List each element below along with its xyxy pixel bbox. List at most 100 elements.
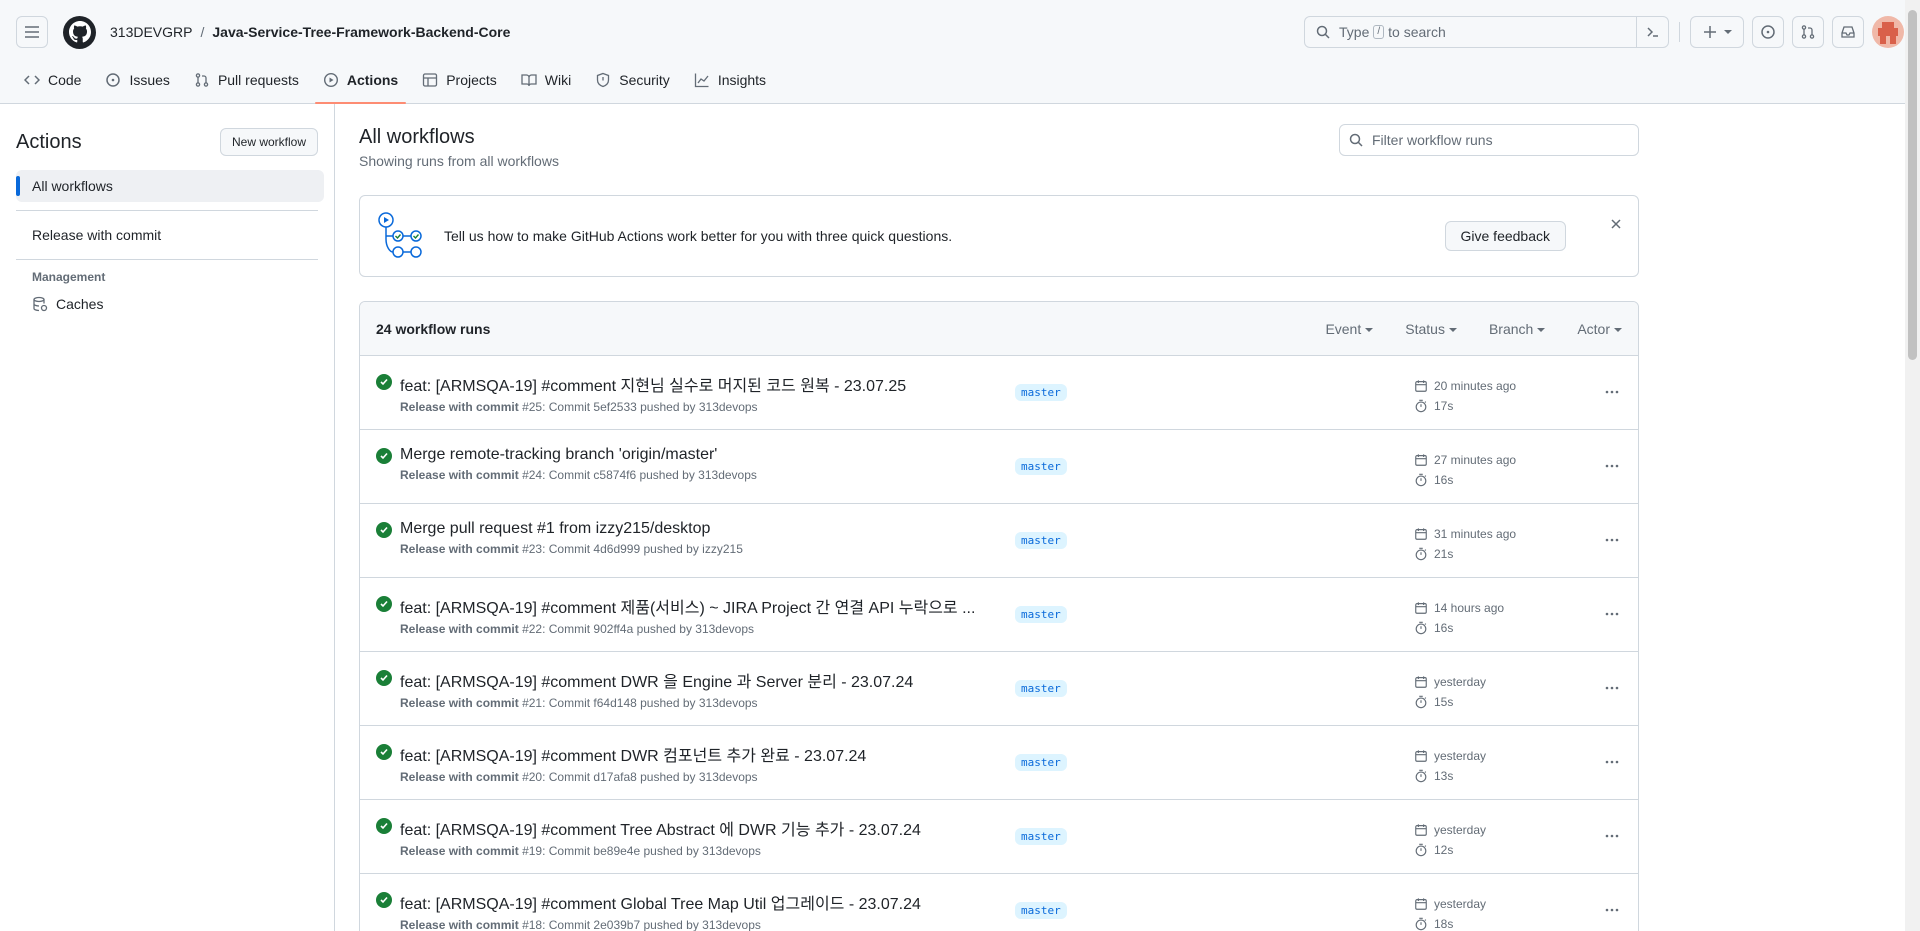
workflow-run-row[interactable]: feat: [ARMSQA-19] #comment DWR 을 Engine … — [360, 652, 1638, 726]
run-text: feat: [ARMSQA-19] #comment Tree Abstract… — [400, 816, 998, 858]
kebab-menu-icon[interactable] — [1604, 902, 1620, 918]
branch-label[interactable]: master — [1015, 532, 1067, 549]
sidebar-item-all-workflows[interactable]: All workflows — [16, 170, 324, 202]
global-search-input[interactable]: Type / to search — [1304, 16, 1669, 48]
workflow-run-row[interactable]: feat: [ARMSQA-19] #comment Tree Abstract… — [360, 800, 1638, 874]
run-workflow-name[interactable]: Release with commit — [400, 770, 519, 784]
breadcrumb-repo[interactable]: Java-Service-Tree-Framework-Backend-Core — [212, 24, 510, 40]
create-new-button[interactable] — [1690, 16, 1744, 48]
user-avatar[interactable] — [1872, 16, 1904, 48]
run-title[interactable]: feat: [ARMSQA-19] #comment 지현님 실수로 머지된 코… — [400, 372, 998, 396]
search-shortcut-key: / — [1373, 25, 1385, 39]
sidebar-item-caches[interactable]: Caches — [16, 288, 324, 320]
run-detail: #20: Commit d17afa8 pushed by 313devops — [522, 770, 758, 784]
menu-icon[interactable] — [16, 16, 48, 48]
issues-icon[interactable] — [1752, 16, 1784, 48]
run-detail: #22: Commit 902ff4a pushed by 313devops — [522, 622, 754, 636]
run-when: yesterday — [1434, 823, 1487, 837]
run-text: feat: [ARMSQA-19] #comment 제품(서비스) ~ JIR… — [400, 594, 998, 636]
run-title[interactable]: feat: [ARMSQA-19] #comment Tree Abstract… — [400, 816, 998, 840]
filter-runs-input[interactable]: Filter workflow runs — [1339, 124, 1639, 156]
scrollbar-thumb[interactable] — [1908, 10, 1917, 360]
run-when: 20 minutes ago — [1434, 379, 1517, 393]
workflow-run-row[interactable]: feat: [ARMSQA-19] #comment DWR 컴포넌트 추가 완… — [360, 726, 1638, 800]
workflow-run-row[interactable]: Merge remote-tracking branch 'origin/mas… — [360, 430, 1638, 504]
kebab-menu-icon[interactable] — [1604, 606, 1620, 622]
kebab-menu-icon[interactable] — [1604, 754, 1620, 770]
branch-label[interactable]: master — [1015, 458, 1067, 475]
run-workflow-name[interactable]: Release with commit — [400, 542, 519, 556]
tab-issues[interactable]: Issues — [97, 64, 177, 96]
tab-label: Issues — [129, 72, 170, 88]
run-workflow-name[interactable]: Release with commit — [400, 468, 519, 482]
run-title[interactable]: feat: [ARMSQA-19] #comment Global Tree M… — [400, 890, 998, 914]
inbox-icon[interactable] — [1832, 16, 1864, 48]
run-title[interactable]: feat: [ARMSQA-19] #comment 제품(서비스) ~ JIR… — [400, 594, 998, 618]
branch-filter-dropdown[interactable]: Branch — [1489, 321, 1545, 337]
breadcrumb-owner[interactable]: 313DEVGRP — [110, 24, 192, 40]
run-time-info: 27 minutes ago 16s — [1414, 450, 1516, 490]
kebab-menu-icon[interactable] — [1604, 458, 1620, 474]
branch-label[interactable]: master — [1015, 606, 1067, 623]
tab-security[interactable]: Security — [587, 64, 678, 96]
top-bar: 313DEVGRP / Java-Service-Tree-Framework-… — [0, 0, 1920, 64]
page-title: All workflows — [359, 126, 475, 148]
tab-code[interactable]: Code — [16, 64, 89, 96]
run-title[interactable]: feat: [ARMSQA-19] #comment DWR 컴포넌트 추가 완… — [400, 742, 998, 766]
calendar-icon — [1415, 454, 1427, 466]
kebab-menu-icon[interactable] — [1604, 828, 1620, 844]
tab-pull-requests[interactable]: Pull requests — [186, 64, 307, 96]
run-workflow-name[interactable]: Release with commit — [400, 400, 519, 414]
branch-label[interactable]: master — [1015, 902, 1067, 919]
pull-requests-icon[interactable] — [1792, 16, 1824, 48]
run-title[interactable]: Merge pull request #1 from izzy215/deskt… — [400, 520, 998, 538]
run-title[interactable]: feat: [ARMSQA-19] #comment DWR 을 Engine … — [400, 668, 998, 692]
run-detail: #18: Commit 2e039b7 pushed by 313devops — [522, 918, 761, 931]
main-header: All workflows Showing runs from all work… — [359, 124, 1639, 169]
workflow-run-row[interactable]: Merge pull request #1 from izzy215/deskt… — [360, 504, 1638, 578]
branch-label[interactable]: master — [1015, 754, 1067, 771]
workflow-run-row[interactable]: feat: [ARMSQA-19] #comment Global Tree M… — [360, 874, 1638, 931]
branch-label[interactable]: master — [1015, 828, 1067, 845]
actor-filter-dropdown[interactable]: Actor — [1577, 321, 1622, 337]
success-check-icon — [376, 818, 392, 834]
tab-actions[interactable]: Actions — [314, 64, 407, 104]
run-meta: Release with commit #20: Commit d17afa8 … — [400, 770, 998, 784]
tab-label: Security — [619, 72, 670, 88]
run-text: Merge pull request #1 from izzy215/deskt… — [400, 520, 998, 556]
run-workflow-name[interactable]: Release with commit — [400, 918, 519, 931]
event-filter-dropdown[interactable]: Event — [1325, 321, 1373, 337]
give-feedback-button[interactable]: Give feedback — [1444, 221, 1566, 251]
branch-label[interactable]: master — [1015, 384, 1067, 401]
branch-label[interactable]: master — [1015, 680, 1067, 697]
run-workflow-name[interactable]: Release with commit — [400, 696, 519, 710]
close-icon[interactable] — [1608, 216, 1624, 232]
kebab-menu-icon[interactable] — [1604, 532, 1620, 548]
page-scrollbar[interactable] — [1905, 0, 1920, 931]
github-logo-icon[interactable] — [63, 15, 96, 49]
kebab-menu-icon[interactable] — [1604, 384, 1620, 400]
run-duration: 18s — [1434, 917, 1454, 931]
runs-count: 24 workflow runs — [376, 320, 491, 337]
tab-projects[interactable]: Projects — [414, 64, 505, 96]
run-text: Merge remote-tracking branch 'origin/mas… — [400, 446, 998, 482]
run-detail: #21: Commit f64d148 pushed by 313devops — [522, 696, 758, 710]
run-workflow-name[interactable]: Release with commit — [400, 622, 519, 636]
runs-body: feat: [ARMSQA-19] #comment 지현님 실수로 머지된 코… — [360, 356, 1638, 931]
run-title[interactable]: Merge remote-tracking branch 'origin/mas… — [400, 446, 998, 464]
sidebar-divider — [16, 210, 318, 211]
workflow-run-row[interactable]: feat: [ARMSQA-19] #comment 지현님 실수로 머지된 코… — [360, 356, 1638, 430]
tab-wiki[interactable]: Wiki — [513, 64, 579, 96]
kebab-menu-icon[interactable] — [1604, 680, 1620, 696]
workflow-run-row[interactable]: feat: [ARMSQA-19] #comment 제품(서비스) ~ JIR… — [360, 578, 1638, 652]
stopwatch-icon — [1415, 473, 1427, 487]
run-workflow-name[interactable]: Release with commit — [400, 844, 519, 858]
run-duration: 21s — [1434, 547, 1454, 561]
shield-icon — [597, 72, 610, 88]
tab-insights[interactable]: Insights — [686, 64, 774, 96]
command-palette-icon[interactable] — [1636, 17, 1668, 47]
tab-label: Wiki — [544, 72, 572, 88]
new-workflow-button[interactable]: New workflow — [219, 128, 318, 156]
sidebar-item-release-with-commit[interactable]: Release with commit — [16, 219, 324, 251]
status-filter-dropdown[interactable]: Status — [1405, 321, 1457, 337]
